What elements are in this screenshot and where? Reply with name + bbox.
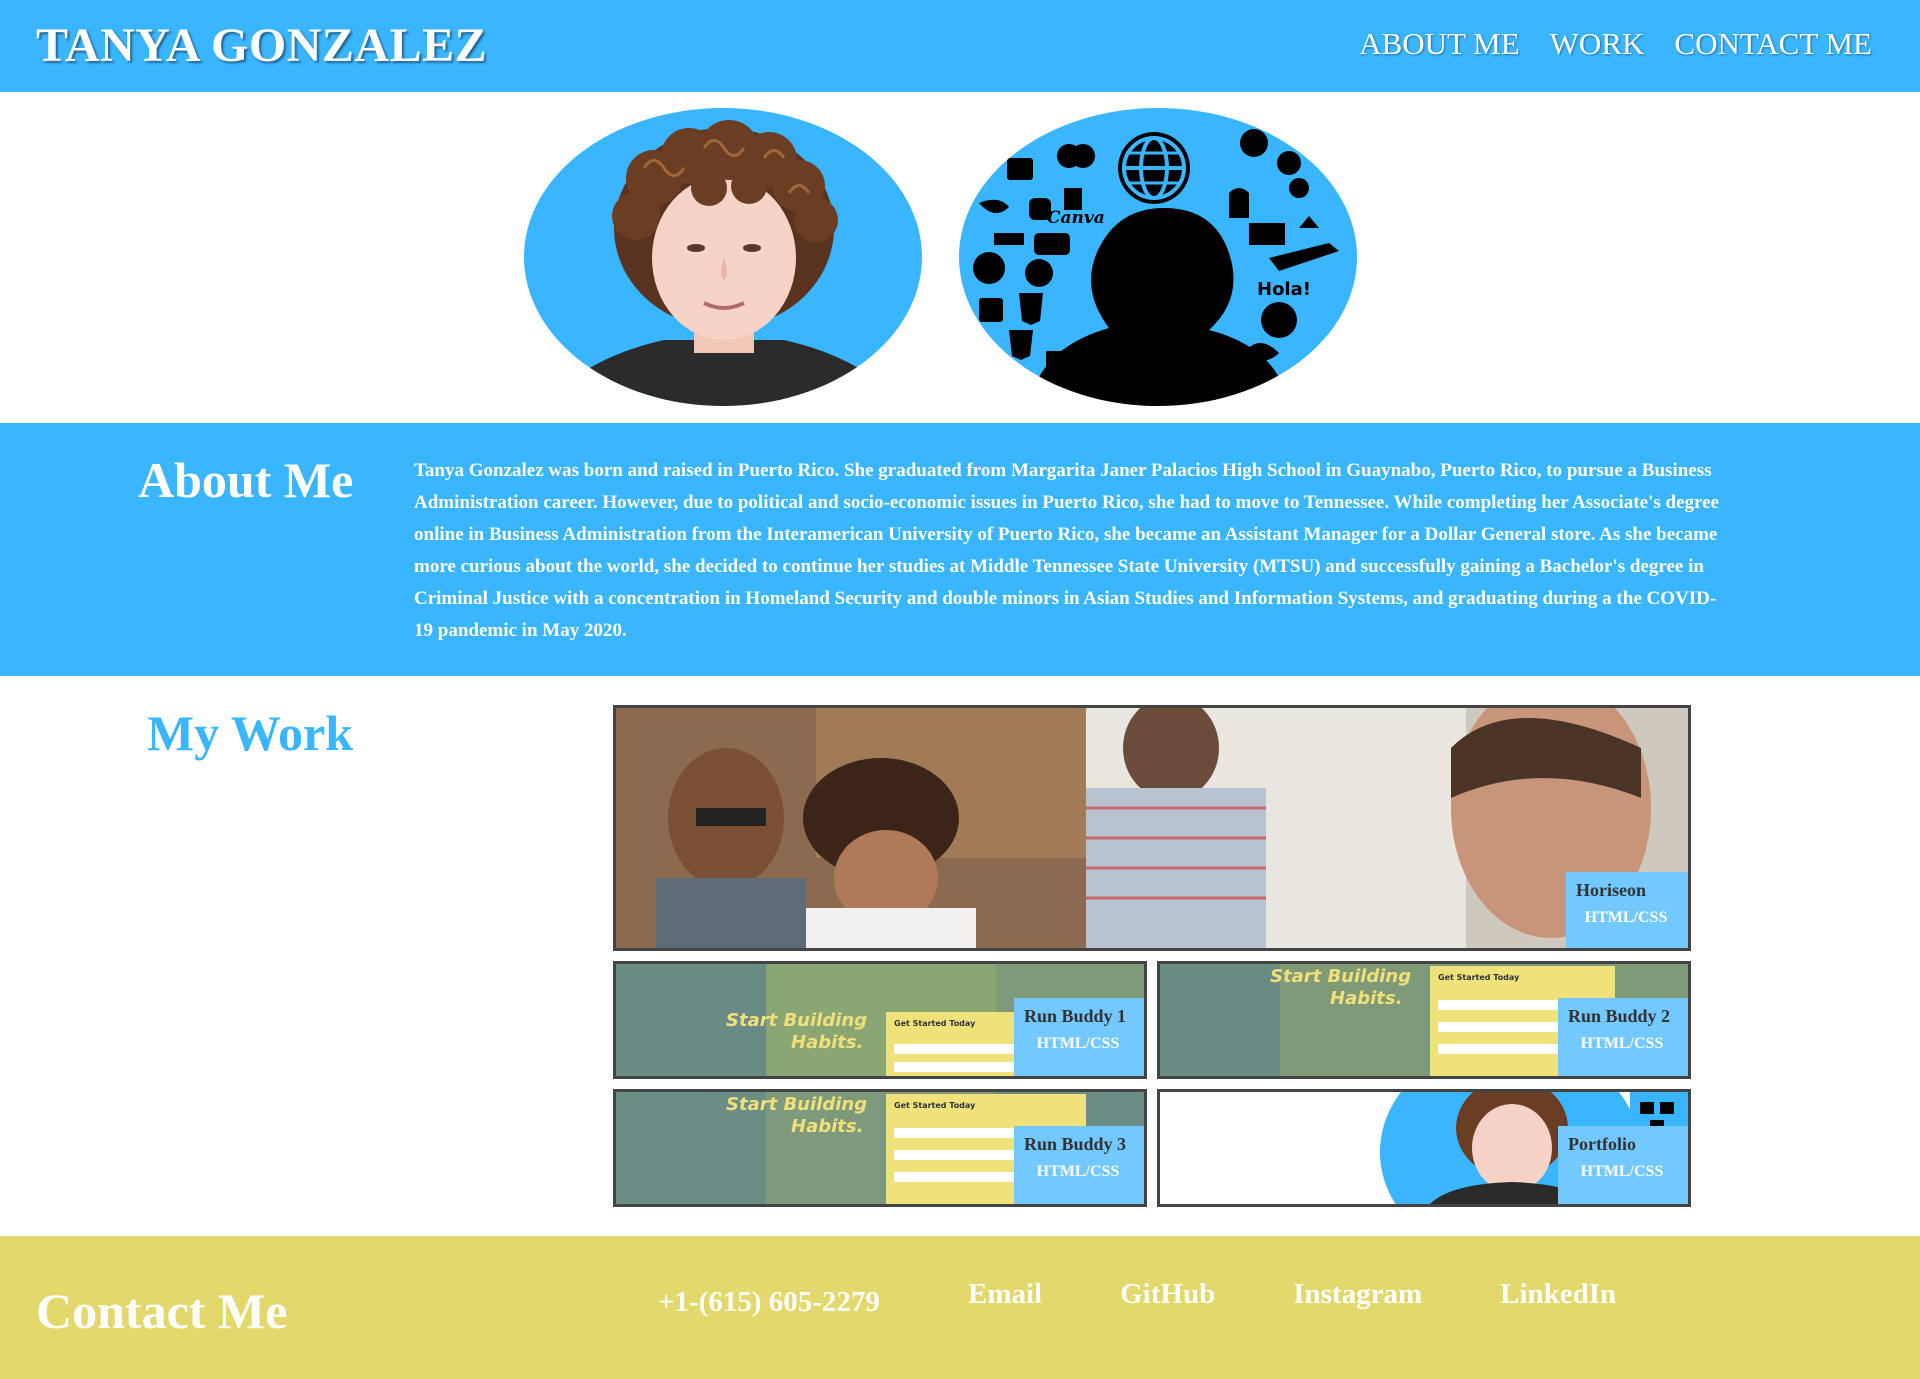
svg-text:Start Building: Start Building <box>726 1010 867 1031</box>
site-brand[interactable]: TANYA GONZALEZ <box>36 18 487 73</box>
project-name: Portfolio <box>1568 1134 1636 1154</box>
contact-phone[interactable]: +1-(615) 605-2279 <box>658 1286 880 1319</box>
project-name: Run Buddy 3 <box>1024 1134 1127 1154</box>
project-tech: HTML/CSS <box>1580 1035 1664 1052</box>
contact-link-linkedin[interactable]: LinkedIn <box>1500 1278 1616 1311</box>
about-section: About Me Tanya Gonzalez was born and rai… <box>0 423 1920 676</box>
contact-section: Contact Me +1-(615) 605-2279 Email GitHu… <box>0 1236 1920 1379</box>
project-name: Run Buddy 2 <box>1568 1006 1671 1026</box>
project-tech: HTML/CSS <box>1036 1035 1120 1052</box>
project-name: Run Buddy 1 <box>1024 1006 1127 1026</box>
horiseon-thumbnail <box>616 708 1688 948</box>
project-tech: HTML/CSS <box>1036 1163 1120 1180</box>
svg-text:Start Building: Start Building <box>726 1094 867 1115</box>
globe-icon <box>1118 132 1190 204</box>
interests-silhouette: Canva Hola! <box>973 129 1339 406</box>
project-label: Run Buddy 3 HTML/CSS <box>1014 1126 1144 1204</box>
svg-text:Get Started Today: Get Started Today <box>894 1101 976 1110</box>
nav-work[interactable]: WORK <box>1550 26 1645 62</box>
project-label: Horiseon HTML/CSS <box>1566 872 1688 948</box>
project-card-horiseon[interactable]: Horiseon HTML/CSS <box>613 705 1691 951</box>
project-name: Horiseon <box>1576 880 1646 900</box>
svg-text:Get Started Today: Get Started Today <box>894 1019 976 1028</box>
project-label: Run Buddy 1 HTML/CSS <box>1014 998 1144 1076</box>
profile-photo-illustration <box>544 120 904 406</box>
contact-links: Email GitHub Instagram LinkedIn <box>968 1278 1616 1311</box>
svg-text:Habits.: Habits. <box>1330 988 1402 1009</box>
main-nav: ABOUT ME WORK CONTACT ME <box>1359 26 1872 62</box>
interests-illustration: Canva Hola! <box>959 108 1357 406</box>
contact-link-instagram[interactable]: Instagram <box>1293 1278 1422 1311</box>
svg-text:Hola!: Hola! <box>1257 279 1311 300</box>
project-card-run-buddy-3[interactable]: Start Building Habits. Get Started Today… <box>613 1089 1147 1207</box>
project-label: Run Buddy 2 HTML/CSS <box>1558 998 1688 1076</box>
project-tech: HTML/CSS <box>1580 1163 1664 1180</box>
hero-section: Canva Hola! <box>0 92 1920 423</box>
contact-link-email[interactable]: Email <box>968 1278 1042 1311</box>
contact-title: Contact Me <box>36 1283 288 1339</box>
svg-text:Habits.: Habits. <box>791 1032 863 1053</box>
project-card-run-buddy-1[interactable]: Start Building Habits. Get Started Today… <box>613 961 1147 1079</box>
project-card-run-buddy-2[interactable]: Start Building Habits. Get Started Today… <box>1157 961 1691 1079</box>
nav-about-me[interactable]: ABOUT ME <box>1359 26 1519 62</box>
project-tech: HTML/CSS <box>1584 909 1668 926</box>
profile-photo <box>524 108 922 406</box>
project-card-portfolio[interactable]: Portfolio HTML/CSS <box>1157 1089 1691 1207</box>
svg-text:Get Started Today: Get Started Today <box>1438 973 1520 982</box>
work-title: My Work <box>147 705 354 761</box>
svg-text:Start Building: Start Building <box>1270 966 1411 987</box>
svg-text:Canva: Canva <box>1047 208 1105 228</box>
nav-contact-me[interactable]: CONTACT ME <box>1674 26 1872 62</box>
contact-link-github[interactable]: GitHub <box>1120 1278 1215 1311</box>
svg-text:Habits.: Habits. <box>791 1116 863 1137</box>
site-header: TANYA GONZALEZ ABOUT ME WORK CONTACT ME <box>0 0 1920 92</box>
about-title: About Me <box>138 452 354 508</box>
project-label: Portfolio HTML/CSS <box>1558 1126 1688 1204</box>
about-body: Tanya Gonzalez was born and raised in Pu… <box>414 460 1719 641</box>
